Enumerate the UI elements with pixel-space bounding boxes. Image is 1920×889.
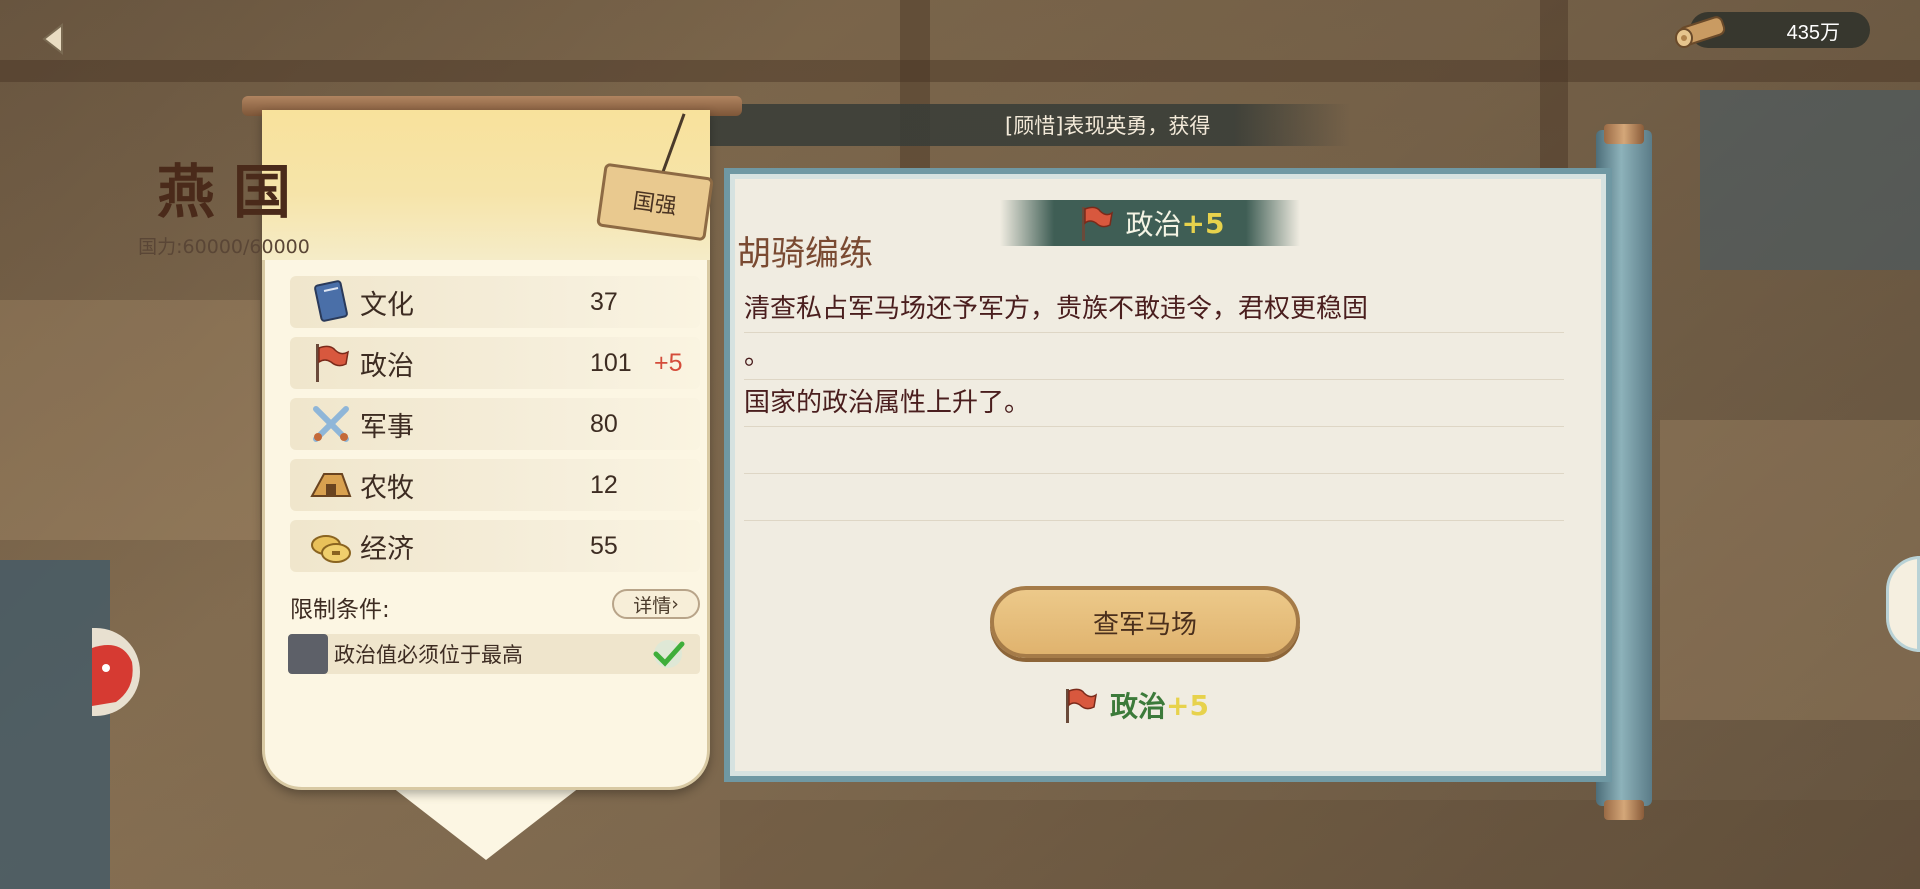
checkmark-icon xyxy=(653,640,685,668)
event-text-line xyxy=(744,427,1564,474)
scroll-cap-top xyxy=(1604,124,1644,144)
reward-display: 政治 +5 xyxy=(1060,682,1209,728)
attribute-row-economy: 经济 55 xyxy=(290,520,700,572)
agriculture-tent-icon xyxy=(310,473,352,497)
economy-coins-icon xyxy=(311,535,351,563)
attribute-label: 政治 xyxy=(360,350,414,382)
event-description: 清查私占军马场还予军方，贵族不敢违令，君权更稳固 。 国家的政治属性上升了。 xyxy=(744,286,1564,521)
event-text-line: 。 xyxy=(744,333,1564,380)
attribute-row-agriculture: 农牧 12 xyxy=(290,459,700,511)
attribute-value: 55 xyxy=(590,531,618,560)
politics-flag-icon xyxy=(1081,206,1113,241)
attribute-row-military: 军事 80 xyxy=(290,398,700,450)
attribute-bonus: +5 xyxy=(654,348,683,377)
event-text-line: 清查私占军马场还予军方，贵族不敢违令，君权更稳固 xyxy=(744,286,1564,333)
banner-bonus: +5 xyxy=(1181,206,1225,240)
currency-value: 435万 xyxy=(1786,21,1840,44)
attribute-value: 80 xyxy=(590,409,618,438)
military-swords-icon xyxy=(313,406,349,442)
condition-row: 政治值必须位于最高 xyxy=(288,634,700,674)
event-text-line: 国家的政治属性上升了。 xyxy=(744,380,1564,427)
scroll-cap-bottom xyxy=(1604,800,1644,820)
state-power: 国力:60000/60000 xyxy=(138,236,310,258)
attribute-row-culture: 文化 37 xyxy=(290,276,700,328)
details-button[interactable]: 详情 › xyxy=(612,589,700,619)
banner-label: 政治 xyxy=(1125,208,1182,241)
conditions-title: 限制条件: xyxy=(290,597,390,623)
details-button-label: 详情 xyxy=(633,594,672,617)
back-arrow-icon xyxy=(42,22,63,56)
attribute-label: 文化 xyxy=(360,289,414,321)
attribute-value: 101 xyxy=(590,348,632,377)
attribute-label: 农牧 xyxy=(360,472,414,504)
reward-label: 政治 xyxy=(1110,690,1167,723)
attribute-row-politics: 政治 101 +5 xyxy=(290,337,700,389)
investigate-stables-button[interactable]: 查军马场 xyxy=(990,586,1300,658)
attribute-list: 文化 37 政治 101 +5 军事 80 农牧 12 经济 55 xyxy=(290,276,700,581)
attribute-label: 经济 xyxy=(360,533,414,565)
culture-book-icon xyxy=(314,280,348,322)
state-name: 燕国 xyxy=(156,158,309,226)
event-title: 胡骑编练 xyxy=(737,234,873,274)
condition-text: 政治值必须位于最高 xyxy=(334,643,523,667)
condition-anvil-icon xyxy=(288,634,328,674)
politics-flag-icon xyxy=(316,344,349,382)
back-button[interactable] xyxy=(24,12,84,66)
attribute-label: 军事 xyxy=(360,411,414,443)
event-text-line xyxy=(744,474,1564,521)
attribute-value: 37 xyxy=(590,287,618,316)
reward-bonus: +5 xyxy=(1166,688,1209,722)
ticker-text: [顾惜]表现英勇，获得 xyxy=(1005,114,1211,138)
attribute-banner: 政治 +5 xyxy=(1000,200,1300,246)
wood-log-icon xyxy=(1675,16,1726,48)
politics-flag-icon xyxy=(1066,688,1098,723)
attribute-value: 12 xyxy=(590,470,618,499)
chevron-right-icon: › xyxy=(671,593,679,615)
